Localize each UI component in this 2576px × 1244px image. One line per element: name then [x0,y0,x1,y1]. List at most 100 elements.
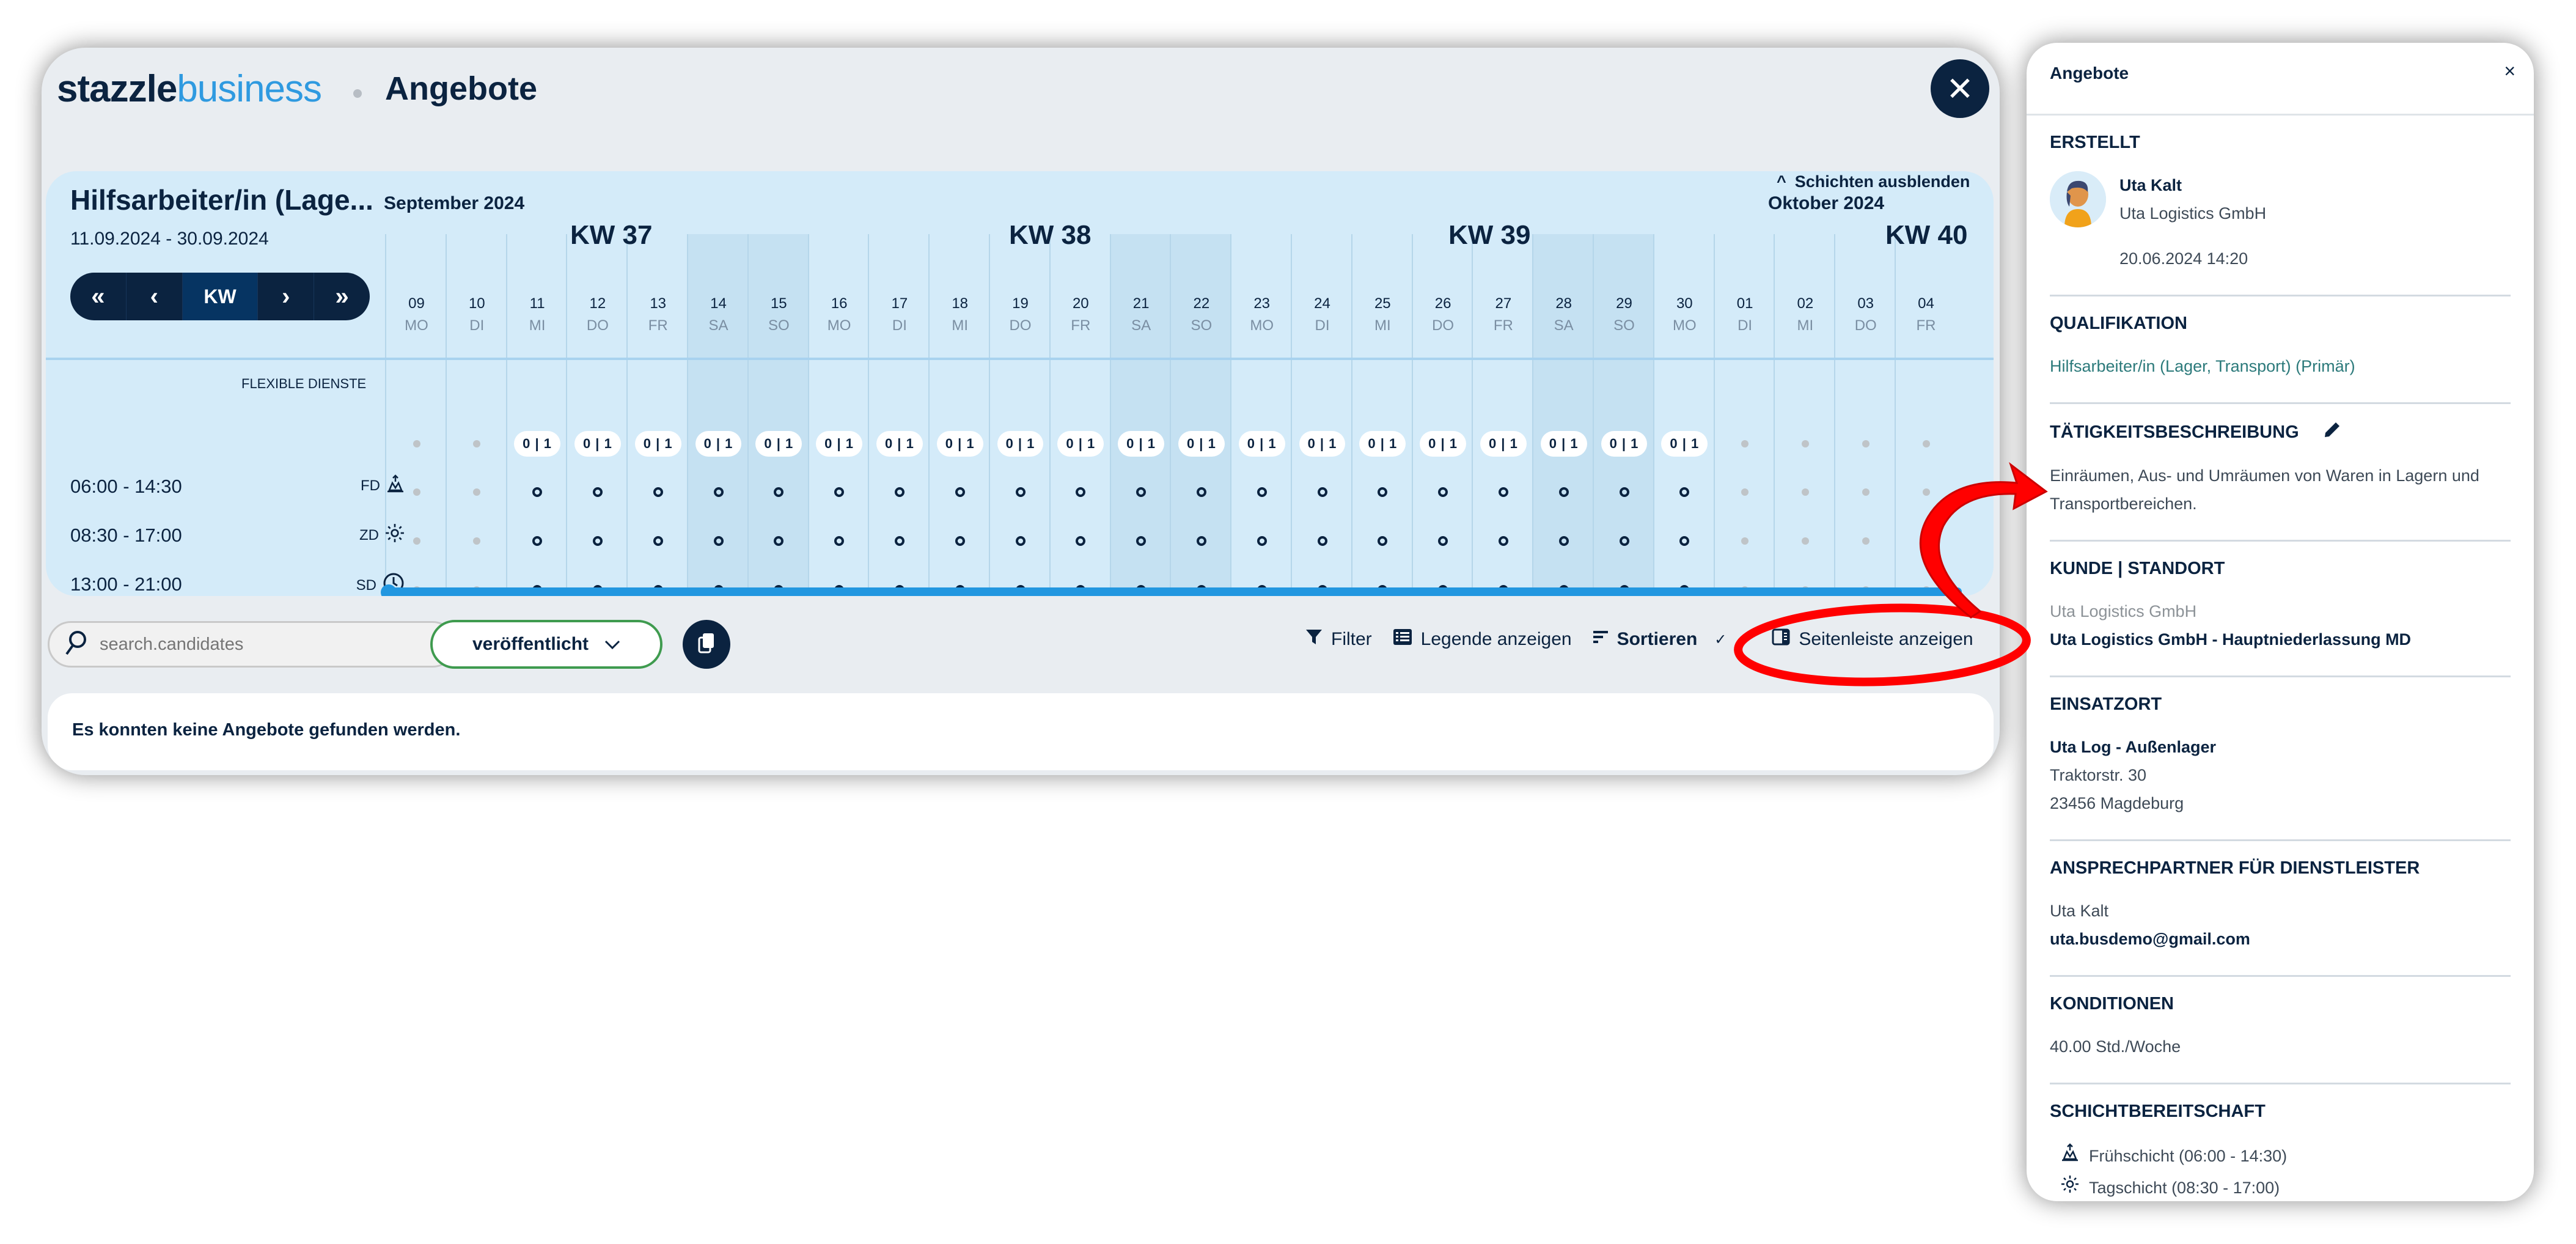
shift-cell[interactable] [1231,523,1292,559]
shift-cell[interactable] [1533,523,1594,559]
shift-cell[interactable] [1051,523,1111,559]
flex-service-cell[interactable]: 0 | 1 [1413,425,1473,462]
shift-cell[interactable] [1473,523,1533,559]
day-column: 12 DO 0 | 1 [566,234,628,596]
sidebar-close-button[interactable]: × [2504,60,2515,83]
flex-service-cell[interactable]: 0 | 1 [688,425,749,462]
flex-service-cell[interactable]: 0 | 1 [1231,425,1292,462]
flex-service-cell[interactable]: 0 | 1 [869,425,930,462]
shift-cell[interactable] [688,474,749,510]
shift-cell[interactable] [1654,523,1715,559]
flex-service-cell[interactable]: 0 | 1 [1352,425,1413,462]
flex-service-cell[interactable]: 0 | 1 [1654,425,1715,462]
unavailable-dot [413,488,420,496]
flex-service-cell[interactable]: 0 | 1 [749,425,809,462]
show-sidebar-button[interactable]: Seitenleiste anzeigen [1772,628,1973,650]
shift-cell[interactable] [1171,523,1231,559]
shift-cell[interactable] [869,474,930,510]
shift-cell[interactable] [1292,523,1352,559]
month-label: September 2024 [384,193,525,213]
shift-cell[interactable] [930,523,990,559]
last-page-button[interactable]: » [314,273,370,320]
shift-cell[interactable] [1352,474,1413,510]
shift-count-ring [1438,536,1448,546]
unavailable-dot [473,488,481,496]
scrollbar-handle[interactable] [381,584,397,596]
flex-service-cell[interactable]: 0 | 1 [628,425,688,462]
shift-count-ring [774,487,784,497]
shift-cell[interactable] [1413,474,1473,510]
shift-cell[interactable] [930,474,990,510]
shift-count-ring [653,487,663,497]
flex-service-cell[interactable]: 0 | 1 [1171,425,1231,462]
flex-service-cell[interactable]: 0 | 1 [1292,425,1352,462]
shift-cell[interactable] [1473,474,1533,510]
shift-time-label: 08:30 - 17:00 [70,524,182,546]
shift-cell[interactable] [567,523,628,559]
shift-cell[interactable] [1533,474,1594,510]
day-name: SA [1131,317,1151,334]
shift-cell[interactable] [1111,523,1172,559]
section-heading: EINSATZORT [2050,694,2162,714]
shift-cell[interactable] [1292,474,1352,510]
shift-cell[interactable] [1171,474,1231,510]
shift-cell[interactable] [628,474,688,510]
shift-cell[interactable] [809,474,870,510]
hide-shifts-toggle[interactable]: ^ Schichten ausblenden [1777,172,1970,191]
flex-count-badge: 0 | 1 [1601,431,1648,457]
search-input[interactable] [98,633,419,655]
shift-count-ring [1076,487,1086,497]
shift-cell [1896,523,1956,559]
flex-count-badge: 0 | 1 [1359,431,1406,457]
day-name: SA [1554,317,1574,334]
shift-count-ring [894,487,905,497]
shift-cell[interactable] [809,523,870,559]
flex-service-cell[interactable]: 0 | 1 [1533,425,1594,462]
shift-cell[interactable] [1051,474,1111,510]
flex-service-cell[interactable]: 0 | 1 [1111,425,1172,462]
shift-cell[interactable] [1352,523,1413,559]
shift-cell[interactable] [507,474,568,510]
view-mode-button[interactable]: KW [182,273,259,320]
shift-cell[interactable] [990,474,1051,510]
flex-service-cell[interactable]: 0 | 1 [990,425,1051,462]
section-heading: TÄTIGKEITSBESCHREIBUNG [2050,422,2299,442]
contact-email[interactable]: uta.busdemo@gmail.com [2050,925,2511,953]
flex-service-cell[interactable]: 0 | 1 [1051,425,1111,462]
close-button[interactable]: ✕ [1931,59,1989,118]
day-date: 12 [589,295,606,312]
section-heading: ANSPRECHPARTNER FÜR DIENSTLEISTER [2050,858,2420,878]
prev-page-button[interactable]: ‹ [127,273,183,320]
legend-button[interactable]: Legende anzeigen [1393,628,1572,650]
search-field[interactable] [48,621,456,668]
shift-cell[interactable] [1594,474,1654,510]
shift-cell[interactable] [567,474,628,510]
next-page-button[interactable]: › [258,273,315,320]
shift-cell[interactable] [1413,523,1473,559]
shift-cell[interactable] [507,523,568,559]
shift-cell[interactable] [869,523,930,559]
shift-cell[interactable] [749,523,809,559]
status-dropdown[interactable]: veröffentlicht [430,620,662,669]
sort-button[interactable]: Sortieren ✓ [1593,629,1727,650]
filter-button[interactable]: Filter [1305,628,1372,650]
flex-service-cell[interactable]: 0 | 1 [1594,425,1654,462]
shift-cell[interactable] [1654,474,1715,510]
shift-cell[interactable] [990,523,1051,559]
horizontal-scrollbar[interactable] [385,587,1962,596]
shift-cell[interactable] [628,523,688,559]
shift-cell[interactable] [1111,474,1172,510]
shift-cell[interactable] [1594,523,1654,559]
flex-service-cell[interactable]: 0 | 1 [809,425,870,462]
flex-service-cell[interactable]: 0 | 1 [567,425,628,462]
shift-cell[interactable] [1231,474,1292,510]
copy-button[interactable] [683,620,730,669]
edit-pencil-icon[interactable] [2324,421,2341,443]
first-page-button[interactable]: « [70,273,127,320]
flex-service-cell[interactable]: 0 | 1 [930,425,990,462]
flex-service-cell[interactable]: 0 | 1 [1473,425,1533,462]
flex-service-cell[interactable]: 0 | 1 [507,425,568,462]
brand-part2: business [177,68,322,110]
shift-cell[interactable] [749,474,809,510]
shift-cell[interactable] [688,523,749,559]
